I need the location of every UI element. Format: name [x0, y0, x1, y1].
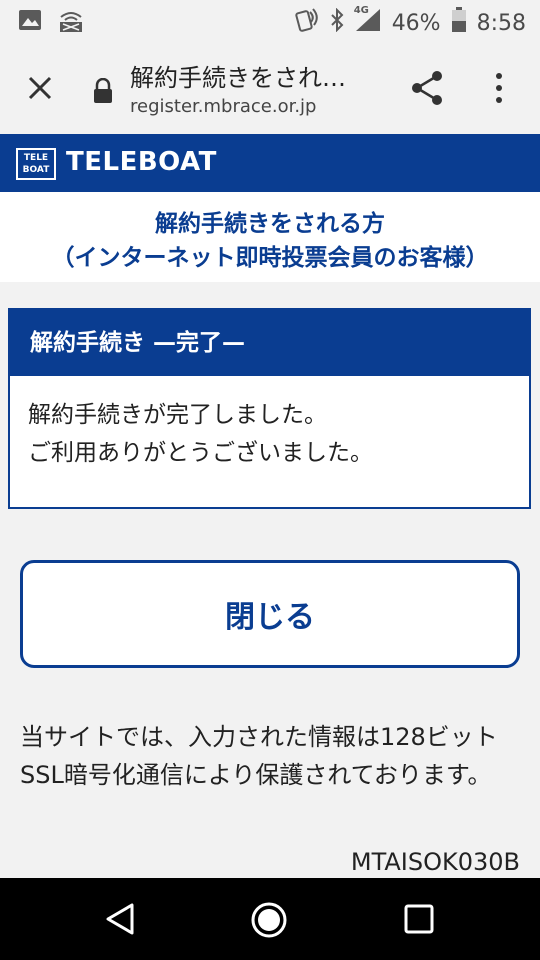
brand-name: TELEBOAT	[66, 147, 217, 177]
teleboat-logo: TELE BOAT	[16, 148, 56, 180]
clock: 8:58	[476, 10, 526, 36]
logo-top: TELE	[23, 153, 49, 163]
completion-card: 解約手続き —完了— 解約手続きが完了しました。 ご利用ありがとうございました。	[8, 308, 531, 509]
lock-icon	[92, 77, 114, 108]
card-message-1: 解約手続きが完了しました。	[28, 402, 327, 428]
recents-icon[interactable]	[403, 903, 435, 939]
close-button[interactable]: 閉じる	[20, 560, 520, 668]
card-message-2: ご利用ありがとうございました。	[28, 440, 373, 466]
bluetooth-icon	[330, 7, 344, 38]
site-header: TELE BOAT TELEBOAT	[0, 134, 540, 192]
url-domain[interactable]: register.mbrace.or.jp	[130, 96, 316, 117]
dot	[496, 97, 502, 103]
wifi-calling-icon	[58, 9, 84, 37]
status-left	[18, 9, 84, 37]
logo-bottom: BOAT	[22, 165, 50, 175]
status-bar: 4G 46% 8:58	[0, 0, 540, 44]
card-body: 解約手続きが完了しました。 ご利用ありがとうございました。	[10, 376, 529, 492]
battery-icon	[451, 7, 467, 39]
share-button[interactable]	[408, 68, 448, 108]
close-tab-button[interactable]	[18, 66, 62, 110]
more-vert-icon[interactable]	[484, 68, 514, 108]
card-title: 解約手続き —完了—	[10, 310, 529, 376]
headline-line2: （インターネット即時投票会員のお客様）	[51, 245, 489, 271]
headline-line1: 解約手続きをされる方	[155, 211, 385, 237]
system-nav-bar	[0, 878, 540, 960]
network-label: 4G	[353, 5, 369, 16]
dot	[496, 73, 502, 79]
nfc-icon	[294, 6, 320, 40]
browser-toolbar: 解約手続きをされ… register.mbrace.or.jp	[0, 44, 540, 134]
close-icon	[28, 76, 52, 100]
ssl-notice: 当サイトでは、入力された情報は128ビットSSL暗号化通信により保護されておりま…	[20, 723, 498, 789]
back-icon[interactable]	[104, 902, 136, 940]
signal-icon: 4G	[353, 5, 382, 39]
share-icon	[412, 71, 442, 105]
battery-percent: 46%	[391, 10, 441, 36]
page-headline: 解約手続きをされる方 （インターネット即時投票会員のお客様）	[0, 192, 540, 282]
home-icon[interactable]	[249, 900, 289, 944]
dot	[496, 85, 502, 91]
screen-code: MTAISOK030B	[350, 848, 520, 876]
page-title[interactable]: 解約手続きをされ…	[130, 58, 390, 93]
gallery-icon	[18, 9, 42, 37]
status-right: 4G 46% 8:58	[294, 5, 526, 40]
